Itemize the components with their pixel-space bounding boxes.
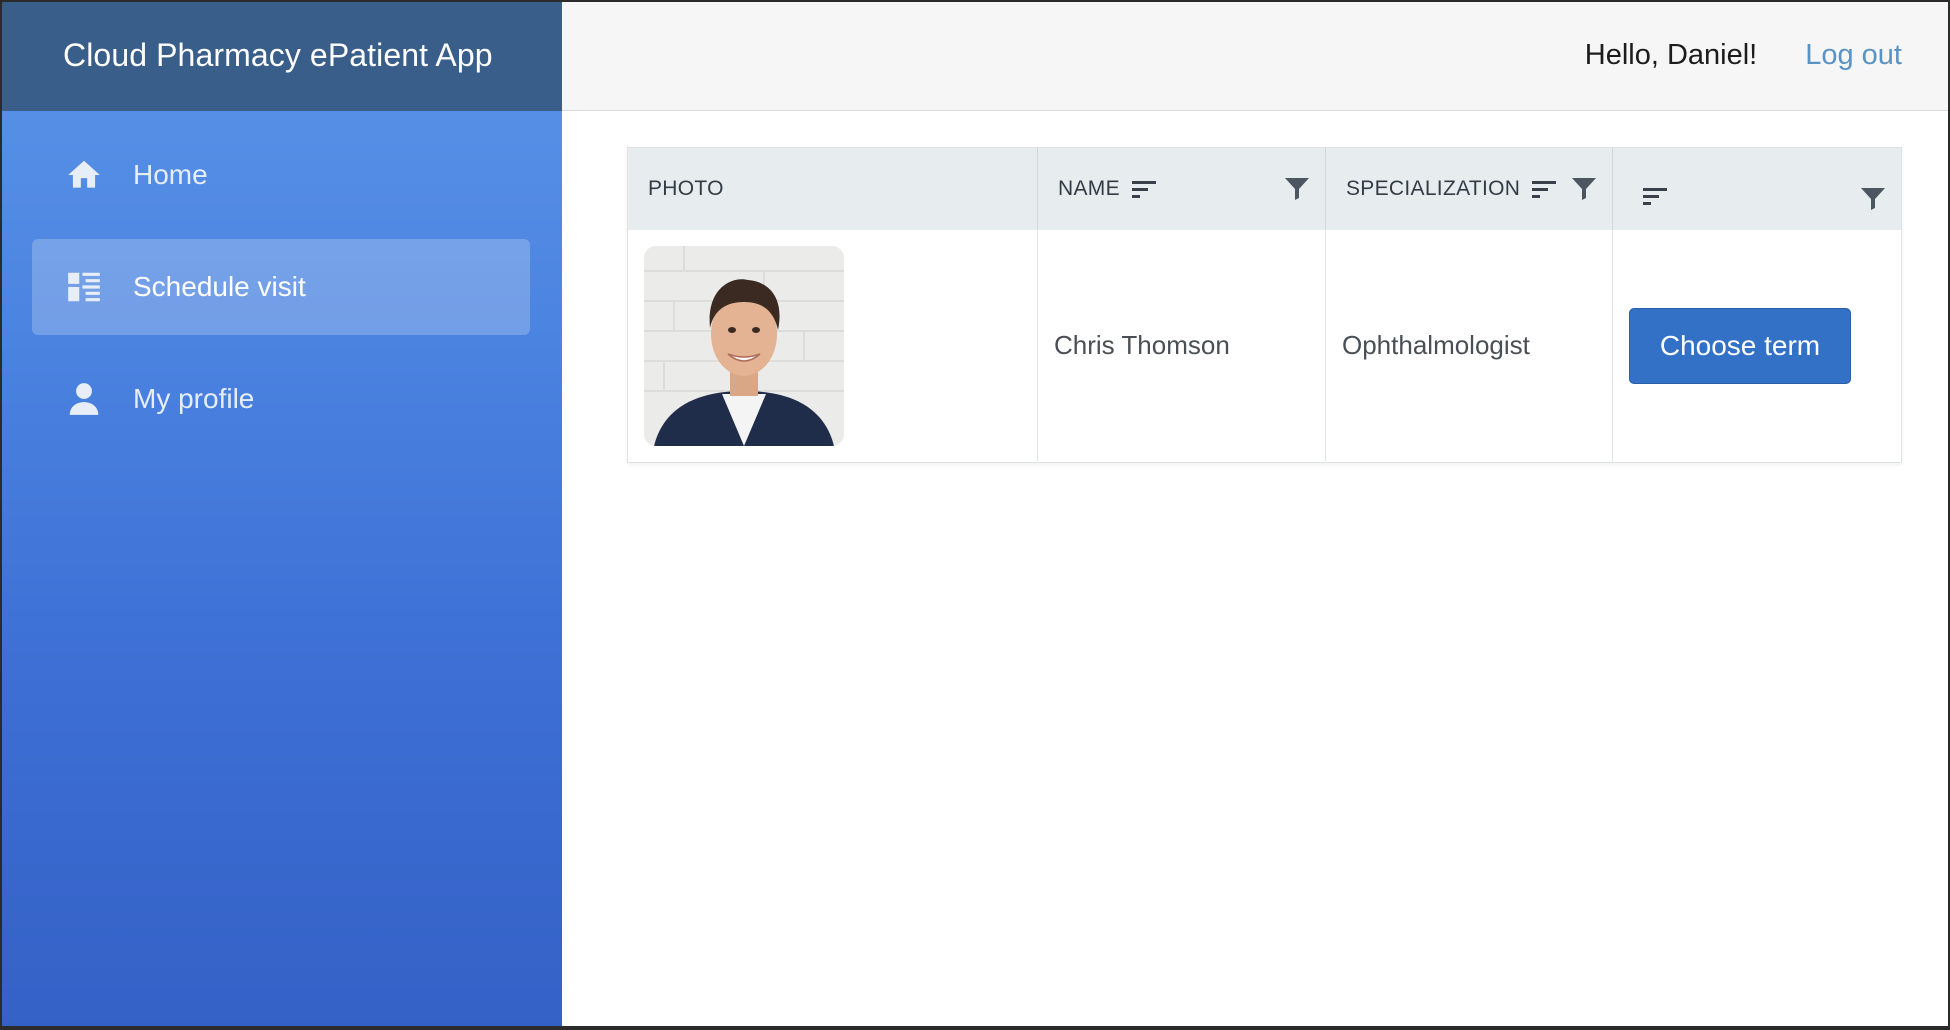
filter-icon[interactable]: [1861, 188, 1885, 216]
cell-photo: [627, 229, 1038, 463]
table-row: Chris Thomson Ophthalmologist Choose ter…: [627, 229, 1902, 463]
greeting: Hello, Daniel!: [1584, 38, 1758, 71]
table-header-row: PHOTO NAME SPECIALIZATION: [627, 147, 1902, 230]
column-header-photo: PHOTO: [627, 147, 1038, 230]
cell-specialization: Ophthalmologist: [1325, 229, 1613, 463]
column-header-label: NAME: [1058, 176, 1120, 200]
sort-icon[interactable]: [1532, 179, 1558, 199]
filter-icon[interactable]: [1572, 178, 1596, 206]
sort-icon[interactable]: [1131, 179, 1158, 199]
column-header-actions[interactable]: [1612, 147, 1902, 230]
doctors-table-container: PHOTO NAME SPECIALIZATION Chris Thomson …: [627, 147, 1902, 463]
sidebar-item-my-profile[interactable]: My profile: [32, 351, 530, 447]
doctors-table: PHOTO NAME SPECIALIZATION Chris Thomson …: [627, 147, 1902, 463]
sidebar-item-label: Home: [133, 159, 208, 190]
column-header-label: PHOTO: [648, 176, 724, 200]
sidebar-item-label: My profile: [133, 383, 255, 414]
doctor-photo: [644, 245, 844, 446]
cell-name: Chris Thomson: [1037, 229, 1326, 463]
sidebar-item-label: Schedule visit: [133, 271, 306, 302]
sort-icon[interactable]: [1643, 186, 1669, 206]
logout-link[interactable]: Log out: [1805, 39, 1902, 72]
cell-actions: Choose term: [1612, 229, 1902, 463]
app-title: Cloud Pharmacy ePatient App: [0, 0, 562, 111]
sidebar-item-home[interactable]: Home: [32, 127, 530, 223]
home-icon: [65, 156, 103, 194]
filter-icon[interactable]: [1285, 178, 1309, 206]
sidebar-nav: Home Schedule visit My profile: [0, 127, 562, 447]
column-header-specialization[interactable]: SPECIALIZATION: [1325, 147, 1613, 230]
user-icon: [65, 380, 103, 418]
sidebar: Cloud Pharmacy ePatient App Home Schedul…: [0, 0, 562, 1030]
sidebar-item-schedule-visit[interactable]: Schedule visit: [32, 239, 530, 335]
column-header-name[interactable]: NAME: [1037, 147, 1326, 230]
choose-term-button[interactable]: Choose term: [1629, 307, 1851, 384]
column-header-label: SPECIALIZATION: [1346, 176, 1521, 200]
top-bar: Hello, Daniel! Log out: [562, 0, 1950, 111]
schedule-list-icon: [65, 268, 103, 306]
